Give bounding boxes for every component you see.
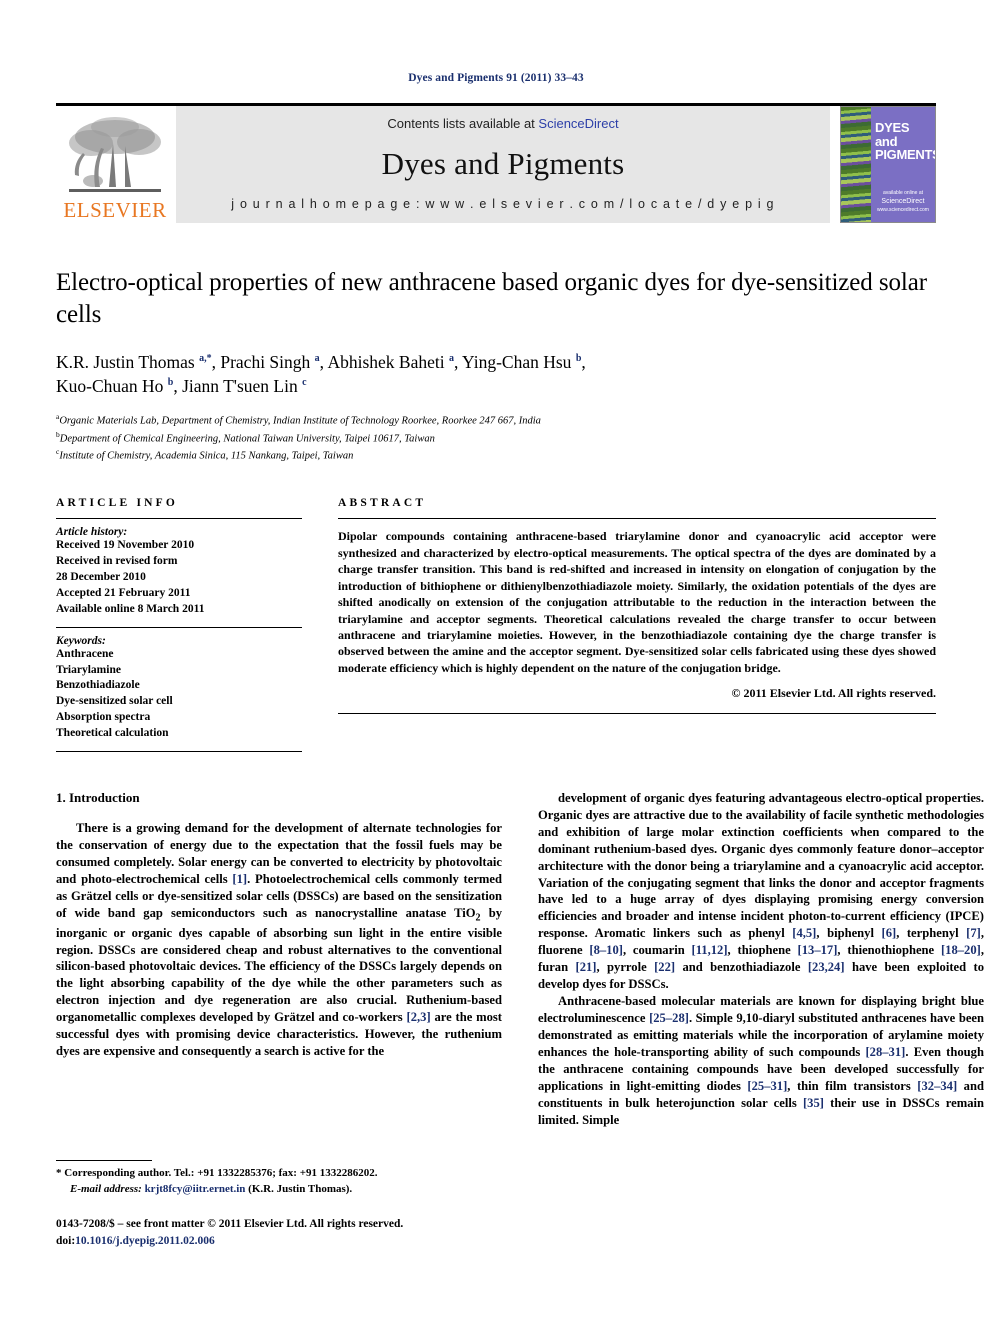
keyword-item: Theoretical calculation	[56, 727, 169, 739]
elsevier-logo: ELSEVIER	[56, 106, 174, 223]
keywords-label: Keywords:	[56, 634, 106, 647]
paragraph: development of organic dyes featuring ad…	[538, 790, 984, 992]
sciencedirect-link[interactable]: ScienceDirect	[538, 116, 618, 131]
imprint-block: 0143-7208/$ – see front matter © 2011 El…	[56, 1216, 526, 1249]
doi-label: doi:	[56, 1234, 76, 1247]
title-block: Electro-optical properties of new anthra…	[56, 267, 936, 464]
abstract-text: Dipolar compounds containing anthracene-…	[338, 529, 936, 675]
article-info-column: ARTICLE INFO Article history: Received 1…	[56, 497, 302, 752]
cover-title: DYES and PIGMENTS	[875, 120, 936, 163]
contents-available-line: Contents lists available at ScienceDirec…	[387, 116, 618, 131]
paragraph: Anthracene-based molecular materials are…	[538, 994, 985, 1127]
abstract-heading: ABSTRACT	[338, 497, 427, 510]
doi-line: doi:10.1016/j.dyepig.2011.02.006	[56, 1233, 526, 1250]
email-label: E-mail address:	[70, 1182, 142, 1195]
body-column-left: 1. Introduction There is a growing deman…	[56, 790, 502, 1129]
history-item: 28 December 2010	[56, 571, 146, 584]
cover-foot-sciencedirect: ScienceDirect	[881, 198, 925, 206]
journal-masthead: ELSEVIER Contents lists available at Sci…	[56, 103, 936, 223]
body-column-right: development of organic dyes featuring ad…	[538, 790, 984, 1129]
affiliation-c: cInstitute of Chemistry, Academia Sinica…	[56, 447, 936, 464]
affiliation-a: aOrganic Materials Lab, Department of Ch…	[56, 412, 936, 429]
journal-title: Dyes and Pigments	[381, 146, 625, 181]
keyword-item: Triarylamine	[56, 663, 121, 676]
author-list: K.R. Justin Thomas a,*, Prachi Singh a, …	[56, 350, 936, 400]
article-history-label: Article history:	[56, 526, 128, 539]
email-owner: (K.R. Justin Thomas).	[248, 1182, 353, 1195]
section-heading-introduction: 1. Introduction	[56, 789, 140, 805]
abstract-column: ABSTRACT Dipolar compounds containing an…	[338, 497, 936, 751]
affiliation-text-b: Department of Chemical Engineering, Nati…	[59, 433, 435, 445]
elsevier-tree-icon	[63, 113, 167, 199]
doi-link[interactable]: 10.1016/j.dyepig.2011.02.006	[75, 1235, 215, 1247]
body-columns: 1. Introduction There is a growing deman…	[56, 790, 984, 1129]
affiliation-b: bDepartment of Chemical Engineering, Nat…	[56, 430, 936, 447]
footnote-block: * Corresponding author. Tel.: +91 133228…	[56, 1160, 502, 1198]
keyword-item: Benzothiadiazole	[56, 679, 140, 692]
cover-footer: available online at ScienceDirect www.sc…	[875, 190, 931, 214]
info-abstract-region: ARTICLE INFO Article history: Received 1…	[56, 497, 936, 752]
footnote-rule	[56, 1160, 152, 1161]
cover-title-line3: PIGMENTS	[875, 147, 936, 163]
journal-homepage-line[interactable]: j o u r n a l h o m e p a g e : w w w . …	[231, 197, 774, 211]
page-title: Electro-optical properties of new anthra…	[56, 269, 927, 328]
history-item: Received 19 November 2010	[56, 539, 195, 552]
cover-foot-line1: available online at	[882, 190, 924, 197]
article-history-group: Article history: Received 19 November 20…	[56, 519, 302, 626]
issn-front-matter: 0143-7208/$ – see front matter © 2011 El…	[56, 1218, 404, 1230]
keyword-item: Anthracene	[56, 647, 114, 660]
abstract-copyright: © 2011 Elsevier Ltd. All rights reserved…	[731, 686, 936, 701]
cover-title-line1: DYES	[875, 120, 910, 135]
masthead-center: Contents lists available at ScienceDirec…	[176, 106, 830, 223]
author-line-1: K.R. Justin Thomas a,*, Prachi Singh a, …	[56, 351, 586, 372]
history-item: Available online 8 March 2011	[56, 602, 205, 615]
article-info-heading: ARTICLE INFO	[56, 497, 179, 510]
article-first-page: Dyes and Pigments 91 (2011) 33–43 ELSEVI…	[0, 0, 992, 1323]
cover-title-line2: and	[875, 133, 898, 149]
email-link[interactable]: krjt8fcy@iitr.ernet.in	[145, 1183, 246, 1195]
affiliation-text-c: Institute of Chemistry, Academia Sinica,…	[59, 450, 354, 462]
keyword-item: Absorption spectra	[56, 711, 151, 724]
history-item: Received in revised form	[56, 555, 178, 568]
journal-cover-thumbnail[interactable]: DYES and PIGMENTS available online at Sc…	[840, 106, 936, 223]
paragraph: There is a growing demand for the develo…	[56, 820, 502, 1059]
running-head: Dyes and Pigments 91 (2011) 33–43	[408, 72, 584, 84]
article-info-bottom-rule	[56, 750, 302, 752]
email-note: E-mail address: krjt8fcy@iitr.ernet.in (…	[56, 1182, 502, 1198]
affiliation-list: aOrganic Materials Lab, Department of Ch…	[56, 412, 936, 464]
cover-art-strip	[841, 107, 871, 222]
elsevier-wordmark: ELSEVIER	[63, 198, 167, 222]
keywords-group: Keywords: Anthracene Triarylamine Benzot…	[56, 628, 302, 751]
author-line-2: Kuo-Chuan Ho b, Jiann T'suen Lin c	[56, 376, 307, 397]
abstract-bottom-rule	[338, 713, 936, 715]
history-item: Accepted 21 February 2011	[56, 586, 191, 599]
affiliation-text-a: Organic Materials Lab, Department of Che…	[59, 415, 541, 427]
keyword-item: Dye-sensitized solar cell	[56, 695, 173, 708]
corresponding-author-note: * Corresponding author. Tel.: +91 133228…	[56, 1167, 378, 1179]
cover-foot-url: www.sciencedirect.com	[877, 207, 929, 213]
contents-prefix: Contents lists available at	[387, 116, 539, 131]
